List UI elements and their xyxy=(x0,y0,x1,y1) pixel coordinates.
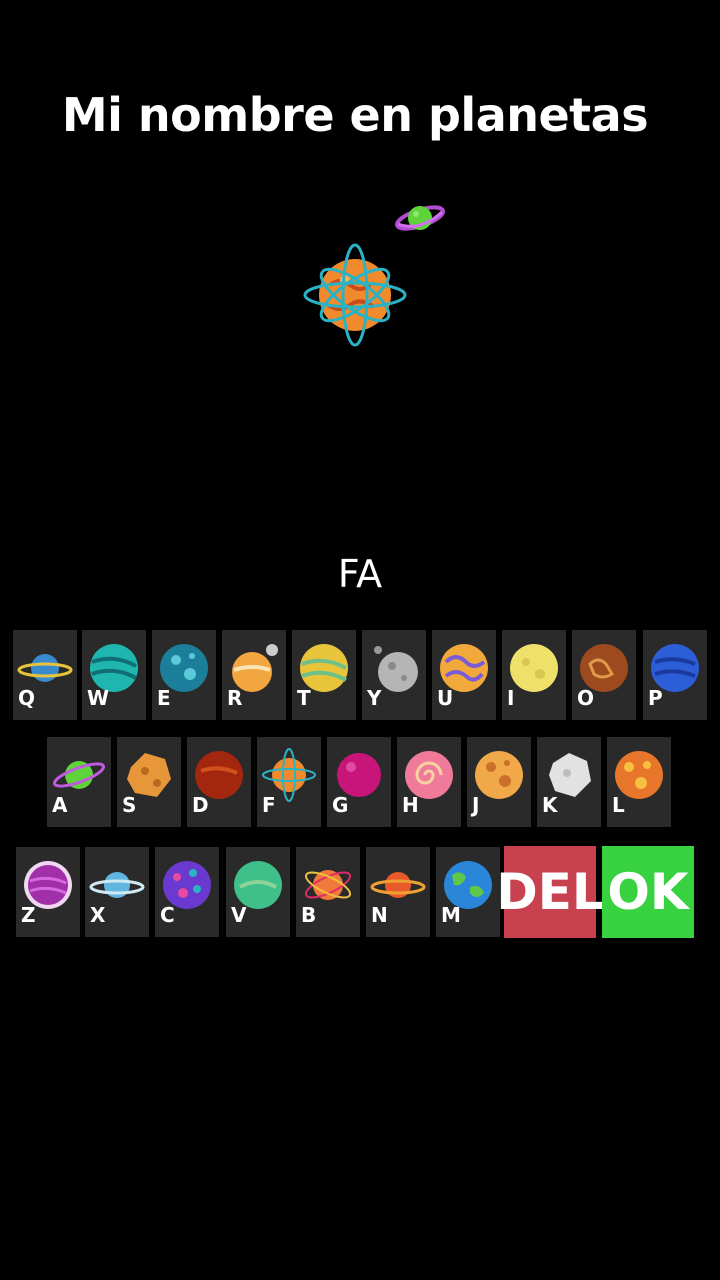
key-n[interactable]: N xyxy=(366,847,430,937)
key-d[interactable]: D xyxy=(187,737,251,827)
key-w[interactable]: W xyxy=(82,630,146,720)
key-c[interactable]: C xyxy=(155,847,219,937)
key-v[interactable]: V xyxy=(226,847,290,937)
key-label: D xyxy=(192,793,209,817)
key-label: A xyxy=(52,793,68,817)
key-z[interactable]: Z xyxy=(16,847,80,937)
green-ringed-planet-icon xyxy=(395,205,445,231)
key-x[interactable]: X xyxy=(85,847,149,937)
key-label: E xyxy=(157,686,171,710)
key-label: R xyxy=(227,686,243,710)
key-label: O xyxy=(577,686,595,710)
key-label: U xyxy=(437,686,454,710)
key-label: F xyxy=(262,793,276,817)
key-e[interactable]: E xyxy=(152,630,216,720)
key-label: Z xyxy=(21,903,36,927)
key-m[interactable]: M xyxy=(436,847,500,937)
key-g[interactable]: G xyxy=(327,737,391,827)
delete-button[interactable]: DEL xyxy=(496,846,604,938)
key-label: X xyxy=(90,903,106,927)
key-label: J xyxy=(472,793,480,817)
key-o[interactable]: O xyxy=(572,630,636,720)
key-f[interactable]: F xyxy=(257,737,321,827)
key-label: B xyxy=(301,903,317,927)
key-label: M xyxy=(441,903,461,927)
key-b[interactable]: B xyxy=(296,847,360,937)
orange-orbit-planet-icon xyxy=(303,243,407,347)
key-label: T xyxy=(297,686,311,710)
selected-planets-display xyxy=(0,180,720,380)
key-label: S xyxy=(122,793,137,817)
key-label: I xyxy=(507,686,515,710)
key-label: H xyxy=(402,793,419,817)
key-k[interactable]: K xyxy=(537,737,601,827)
key-q[interactable]: Q xyxy=(13,630,77,720)
key-u[interactable]: U xyxy=(432,630,496,720)
key-label: Q xyxy=(18,686,36,710)
key-label: N xyxy=(371,903,388,927)
key-l[interactable]: L xyxy=(607,737,671,827)
key-y[interactable]: Y xyxy=(362,630,426,720)
key-j[interactable]: J xyxy=(467,737,531,827)
page-title: Mi nombre en planetas xyxy=(61,88,649,142)
key-label: L xyxy=(612,793,625,817)
key-label: G xyxy=(332,793,349,817)
typed-name-text: FA xyxy=(337,552,383,596)
key-label: P xyxy=(648,686,663,710)
key-label: V xyxy=(231,903,247,927)
key-a[interactable]: A xyxy=(47,737,111,827)
key-h[interactable]: H xyxy=(397,737,461,827)
key-s[interactable]: S xyxy=(117,737,181,827)
key-label: C xyxy=(160,903,175,927)
key-label: Y xyxy=(367,686,382,710)
key-p[interactable]: P xyxy=(643,630,707,720)
key-i[interactable]: I xyxy=(502,630,566,720)
key-label: K xyxy=(542,793,558,817)
ok-button[interactable]: OK xyxy=(602,846,694,938)
key-r[interactable]: R xyxy=(222,630,286,720)
key-t[interactable]: T xyxy=(292,630,356,720)
key-label: W xyxy=(87,686,110,710)
